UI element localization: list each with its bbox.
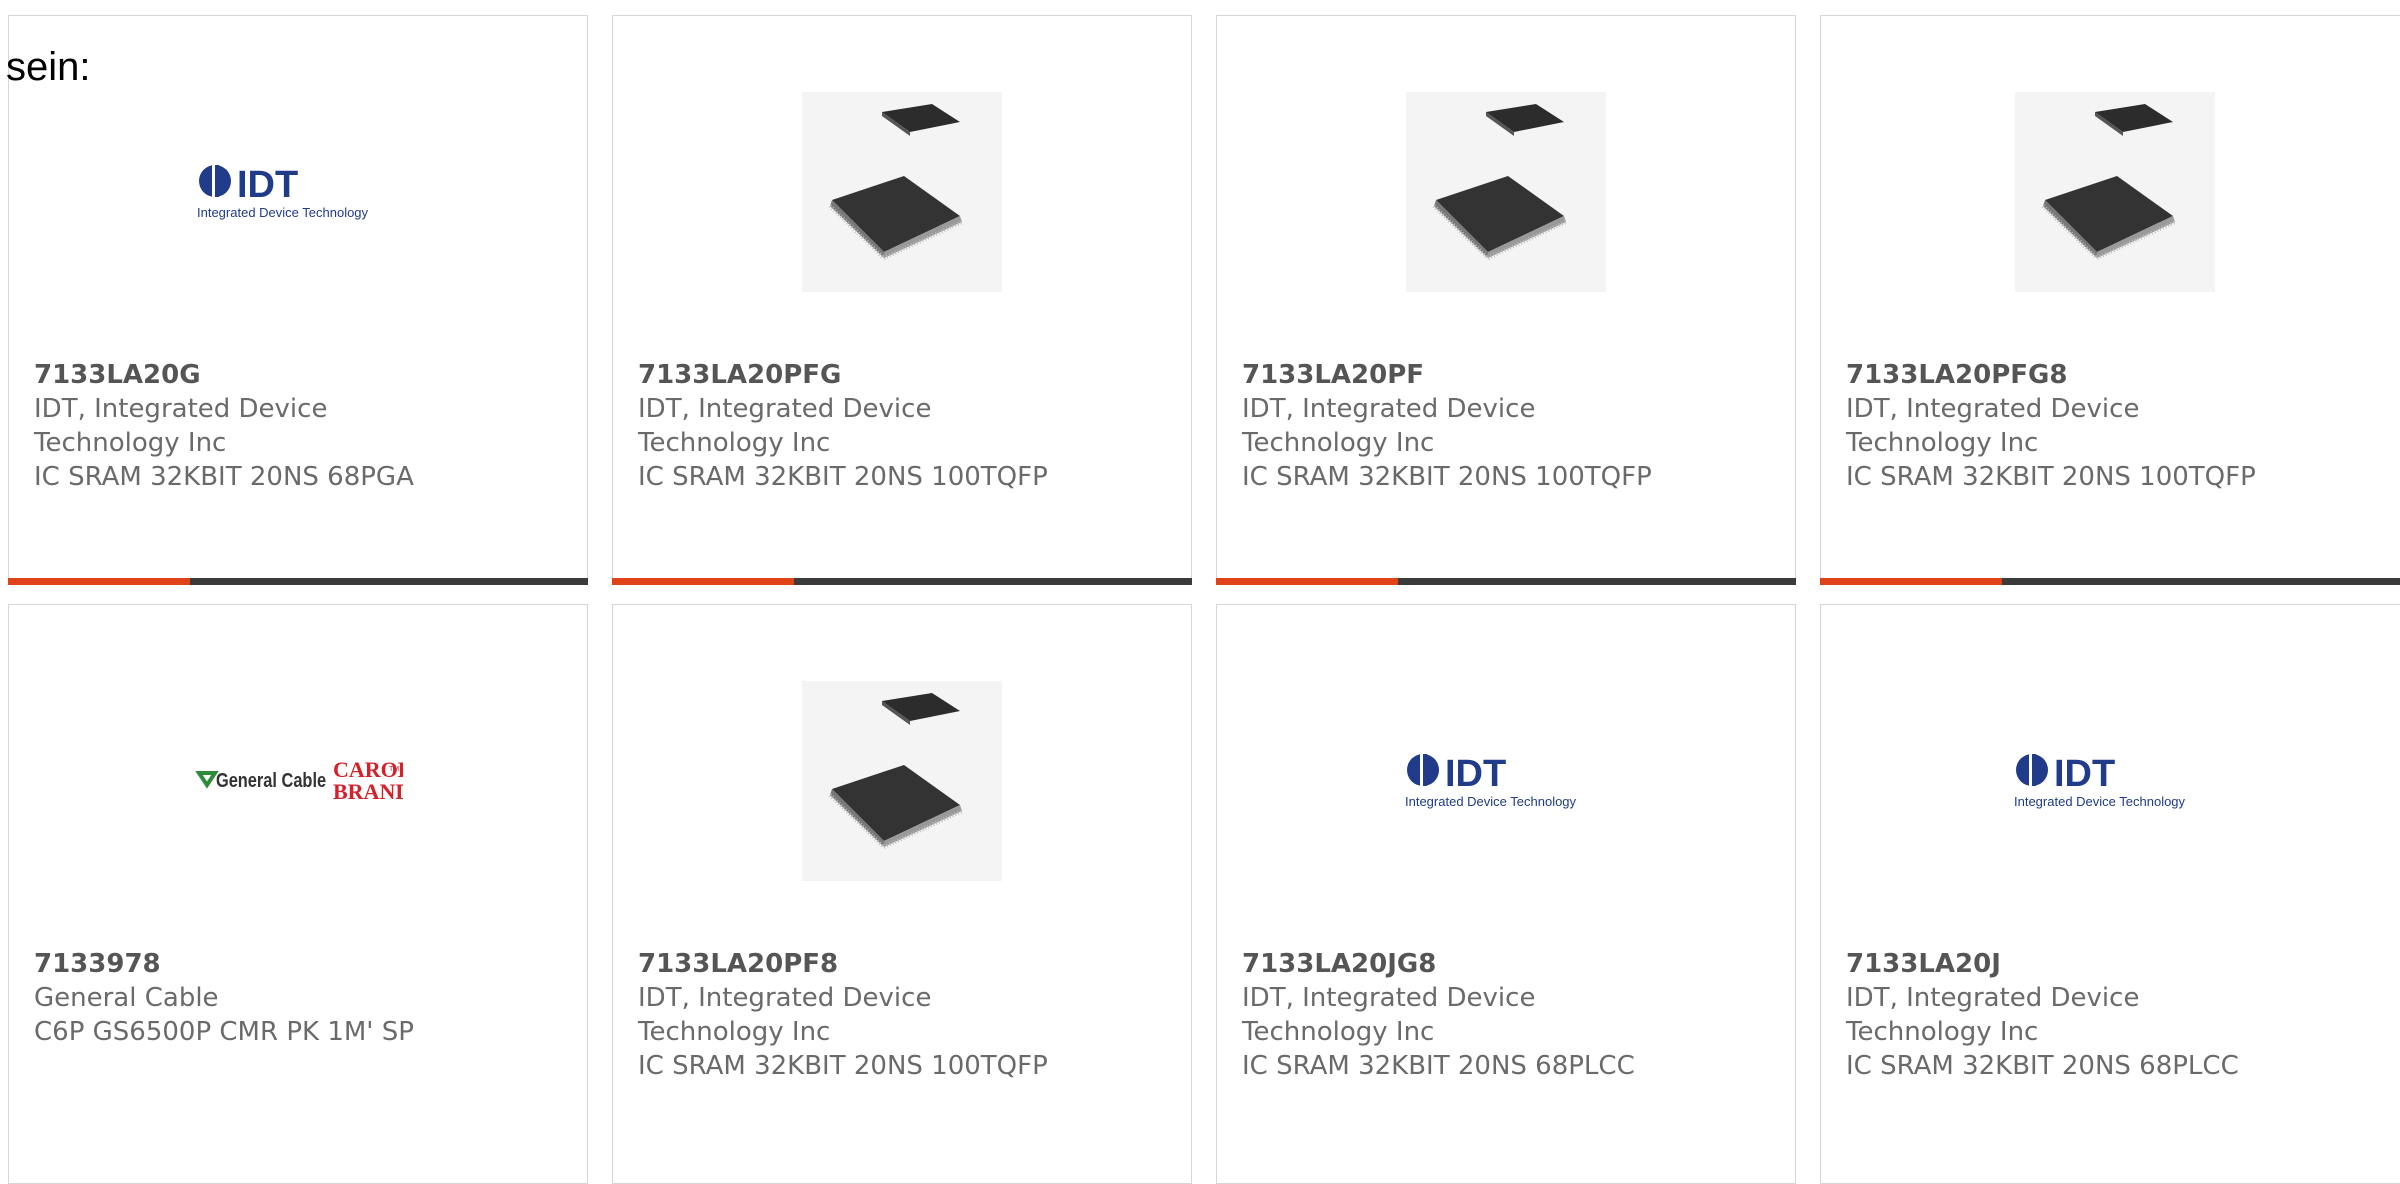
- manufacturer-logo-general-cable: General Cable CAROL TM BRAND: [9, 673, 587, 889]
- ic-chip-icon: [2015, 92, 2215, 292]
- svg-text:IDT: IDT: [2054, 753, 2115, 795]
- svg-text:BRAND: BRAND: [333, 779, 403, 804]
- manufacturer-logo-idt: IDT Integrated Device Technology: [1821, 673, 2400, 889]
- part-number[interactable]: 7133LA20PFG: [638, 358, 1078, 392]
- card-footer-accent: [612, 578, 794, 585]
- part-description: IC SRAM 32KBIT 20NS 100TQFP: [638, 1051, 1048, 1081]
- card-footer-accent: [1216, 578, 1398, 585]
- ic-chip-icon: [802, 681, 1002, 881]
- card-footer-bar: [8, 578, 588, 585]
- ic-chip-icon: [1406, 92, 1606, 292]
- manufacturer-name: IDT, Integrated Device Technology Inc: [1846, 983, 2140, 1047]
- svg-text:TM: TM: [389, 766, 399, 773]
- product-card[interactable]: IDT Integrated Device Technology 7133LA2…: [8, 15, 588, 585]
- part-number[interactable]: 7133LA20PF: [1242, 358, 1682, 392]
- manufacturer-logo-idt: IDT Integrated Device Technology: [9, 84, 587, 300]
- svg-text:IDT: IDT: [237, 164, 298, 206]
- idt-logo-icon: IDT Integrated Device Technology: [2014, 752, 2186, 809]
- product-image: [1217, 84, 1795, 300]
- manufacturer-logo-idt: IDT Integrated Device Technology: [1217, 673, 1795, 889]
- manufacturer-name: IDT, Integrated Device Technology Inc: [638, 394, 932, 458]
- product-card[interactable]: 7133LA20PFG IDT, Integrated Device Techn…: [612, 15, 1192, 585]
- manufacturer-name: IDT, Integrated Device Technology Inc: [1846, 394, 2140, 458]
- svg-text:Integrated Device Technology: Integrated Device Technology: [2014, 794, 2186, 809]
- part-description: IC SRAM 32KBIT 20NS 68PLCC: [1846, 1051, 2239, 1081]
- part-description: IC SRAM 32KBIT 20NS 100TQFP: [1242, 462, 1652, 492]
- idt-logo-icon: IDT Integrated Device Technology: [1405, 752, 1577, 809]
- card-footer-accent: [8, 578, 190, 585]
- manufacturer-name: General Cable: [34, 983, 219, 1013]
- manufacturer-name: IDT, Integrated Device Technology Inc: [34, 394, 328, 458]
- product-image: [613, 673, 1191, 889]
- manufacturer-name: IDT, Integrated Device Technology Inc: [1242, 394, 1536, 458]
- part-number[interactable]: 7133978: [34, 947, 474, 981]
- card-footer-bar: [1216, 578, 1796, 585]
- part-number[interactable]: 7133LA20JG8: [1242, 947, 1682, 981]
- card-footer-bar: [1820, 578, 2400, 585]
- idt-logo-icon: IDT Integrated Device Technology: [197, 163, 369, 220]
- part-description: IC SRAM 32KBIT 20NS 68PGA: [34, 462, 414, 492]
- svg-text:IDT: IDT: [1445, 753, 1506, 795]
- product-image: [1821, 84, 2400, 300]
- ic-chip-icon: [802, 92, 1002, 292]
- product-card[interactable]: IDT Integrated Device Technology 7133LA2…: [1216, 604, 1796, 1184]
- card-footer-accent: [1820, 578, 2002, 585]
- svg-text:General Cable: General Cable: [216, 768, 326, 791]
- part-description: C6P GS6500P CMR PK 1M' SP: [34, 1017, 414, 1047]
- part-description: IC SRAM 32KBIT 20NS 68PLCC: [1242, 1051, 1635, 1081]
- card-footer-bar: [612, 578, 1192, 585]
- manufacturer-name: IDT, Integrated Device Technology Inc: [1242, 983, 1536, 1047]
- product-card[interactable]: General Cable CAROL TM BRAND 7133978 Gen…: [8, 604, 588, 1184]
- part-description: IC SRAM 32KBIT 20NS 100TQFP: [638, 462, 1048, 492]
- part-number[interactable]: 7133LA20G: [34, 358, 474, 392]
- product-card[interactable]: IDT Integrated Device Technology 7133LA2…: [1820, 604, 2400, 1184]
- product-grid: IDT Integrated Device Technology 7133LA2…: [0, 0, 2400, 1184]
- manufacturer-name: IDT, Integrated Device Technology Inc: [638, 983, 932, 1047]
- product-card[interactable]: 7133LA20PF8 IDT, Integrated Device Techn…: [612, 604, 1192, 1184]
- product-image: [613, 84, 1191, 300]
- part-description: IC SRAM 32KBIT 20NS 100TQFP: [1846, 462, 2256, 492]
- intro-text: sein:: [6, 45, 91, 89]
- part-number[interactable]: 7133LA20J: [1846, 947, 2286, 981]
- svg-text:Integrated Device Technology: Integrated Device Technology: [197, 205, 369, 220]
- part-number[interactable]: 7133LA20PF8: [638, 947, 1078, 981]
- product-card[interactable]: 7133LA20PFG8 IDT, Integrated Device Tech…: [1820, 15, 2400, 585]
- general-cable-logo-icon: General Cable CAROL TM BRAND: [195, 757, 403, 804]
- product-card[interactable]: 7133LA20PF IDT, Integrated Device Techno…: [1216, 15, 1796, 585]
- part-number[interactable]: 7133LA20PFG8: [1846, 358, 2286, 392]
- svg-text:Integrated Device Technology: Integrated Device Technology: [1405, 794, 1577, 809]
